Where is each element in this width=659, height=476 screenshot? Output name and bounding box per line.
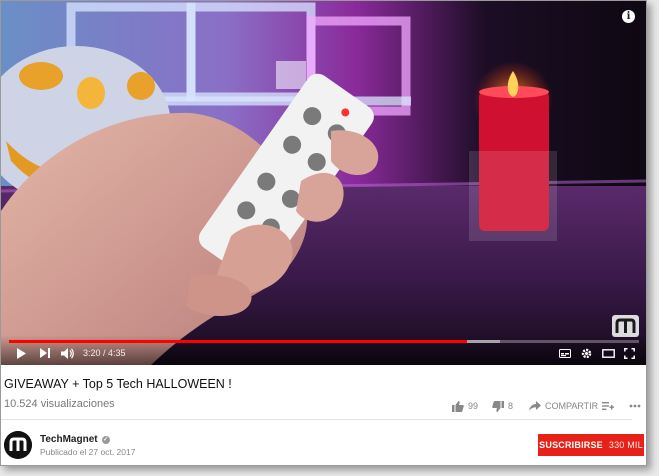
channel-watermark-logo [612,315,639,337]
progress-bar[interactable] [9,340,639,343]
video-title: GIVEAWAY + Top 5 Tech HALLOWEEN ! [4,377,232,391]
share-label: COMPARTIR [545,401,599,411]
video-frame [1,1,646,365]
play-icon[interactable] [13,345,29,361]
verified-badge-icon: ✓ [101,435,110,444]
like-count: 99 [468,401,479,411]
channel-name: TechMagnet [40,434,98,445]
share-arrow-icon [529,401,541,411]
time-display: 3:20 / 4:35 [83,346,126,360]
publish-date: Publicado el 27 oct. 2017 [40,447,136,457]
window-frame: i 3:20 / 4:35 GIVEAWAY + Top 5 Tech HALL… [0,0,647,466]
volume-icon[interactable] [59,345,75,361]
like-button[interactable]: 99 [452,399,478,413]
channel-logo-icon [4,431,32,459]
dislike-button[interactable]: 8 [492,399,513,413]
time-separator: / [100,348,109,358]
subscribe-label: SUSCRIBIRSE [539,440,603,450]
channel-name-link[interactable]: TechMagnet ✓ [40,434,110,445]
channel-avatar[interactable] [4,431,32,459]
thumbs-down-icon [492,400,504,412]
settings-gear-icon[interactable] [578,345,594,361]
subscriber-count: 330 MIL [608,440,643,450]
dislike-count: 8 [508,401,514,411]
duration: 4:35 [108,348,126,358]
fullscreen-icon[interactable] [621,345,637,361]
add-to-playlist-icon [602,402,614,410]
player-controls: 3:20 / 4:35 [1,335,646,365]
current-time: 3:20 [83,348,101,358]
thumbs-up-icon [452,400,464,412]
theater-mode-icon[interactable] [600,345,616,361]
next-icon[interactable] [37,345,53,361]
video-player[interactable]: i 3:20 / 4:35 [1,1,646,365]
more-actions-button[interactable] [629,399,641,413]
subscribe-button[interactable]: SUSCRIBIRSE 330 MIL [538,434,644,456]
view-count: 10.524 visualizaciones [4,398,115,410]
divider [1,419,632,420]
share-button[interactable]: COMPARTIR [529,399,598,413]
subtitles-icon[interactable] [557,345,573,361]
info-icon[interactable]: i [622,10,635,23]
more-horizontal-icon [629,404,641,408]
progress-played [9,340,467,343]
add-to-playlist-button[interactable] [602,399,614,413]
